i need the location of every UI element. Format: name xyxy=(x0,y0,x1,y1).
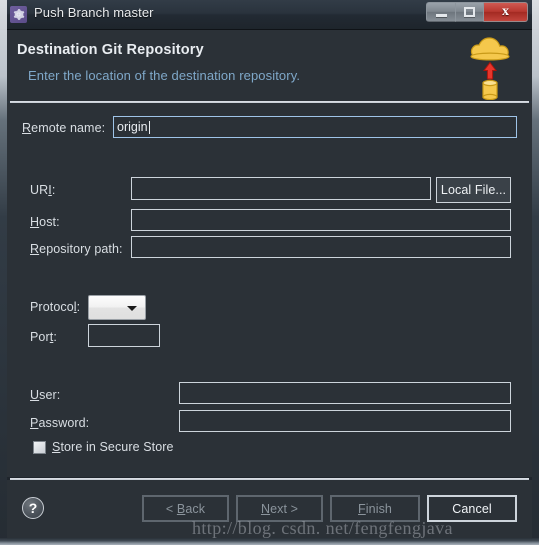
wizard-header: Destination Git Repository Enter the loc… xyxy=(7,30,532,101)
page-title: Destination Git Repository xyxy=(17,42,204,58)
close-icon: x xyxy=(502,4,509,19)
protocol-select[interactable] xyxy=(88,295,146,320)
minimize-button[interactable] xyxy=(426,2,455,22)
gear-icon xyxy=(10,6,27,23)
maximize-icon xyxy=(464,7,475,17)
local-file-button[interactable]: Local File... xyxy=(436,177,511,203)
text-caret xyxy=(148,120,150,134)
window-frame-bottom xyxy=(0,538,539,545)
uri-input[interactable] xyxy=(131,177,431,200)
page-subtitle: Enter the location of the destination re… xyxy=(28,68,301,83)
repository-path-label: Repository path: xyxy=(30,242,123,256)
host-input[interactable] xyxy=(131,209,511,231)
title-bar: Push Branch master x xyxy=(0,0,539,30)
port-label: Port: xyxy=(30,330,57,344)
user-label: User: xyxy=(30,388,61,402)
close-button[interactable]: x xyxy=(484,2,528,22)
minimize-icon xyxy=(435,14,447,17)
window-title: Push Branch master xyxy=(34,5,154,20)
user-input[interactable] xyxy=(179,382,511,404)
help-icon[interactable]: ? xyxy=(22,497,44,519)
push-branch-dialog: Push Branch master x Destination Git Rep… xyxy=(0,0,539,545)
host-label: Host: xyxy=(30,215,60,229)
store-secure-store-checkbox-row[interactable]: Store in Secure Store xyxy=(33,440,174,454)
store-secure-store-label: Store in Secure Store xyxy=(52,440,174,454)
window-frame-left xyxy=(0,0,7,545)
watermark-text: http://blog. csdn. net/fengfengjava xyxy=(192,518,453,538)
remote-name-value: origin xyxy=(117,119,148,134)
protocol-label: Protocol: xyxy=(30,300,81,314)
window-controls: x xyxy=(426,2,528,22)
password-label: Password: xyxy=(30,416,90,430)
chevron-down-icon xyxy=(127,305,137,311)
push-to-cloud-icon xyxy=(464,32,520,101)
remote-name-label: Remote name: xyxy=(22,121,106,135)
repository-path-input[interactable] xyxy=(131,236,511,258)
window-frame-right xyxy=(532,0,539,545)
remote-name-input[interactable]: origin xyxy=(113,116,517,138)
store-secure-store-checkbox[interactable] xyxy=(33,440,46,454)
password-input[interactable] xyxy=(179,410,511,432)
maximize-button[interactable] xyxy=(455,2,484,22)
port-input[interactable] xyxy=(88,324,160,347)
uri-label: URI: xyxy=(30,183,56,197)
